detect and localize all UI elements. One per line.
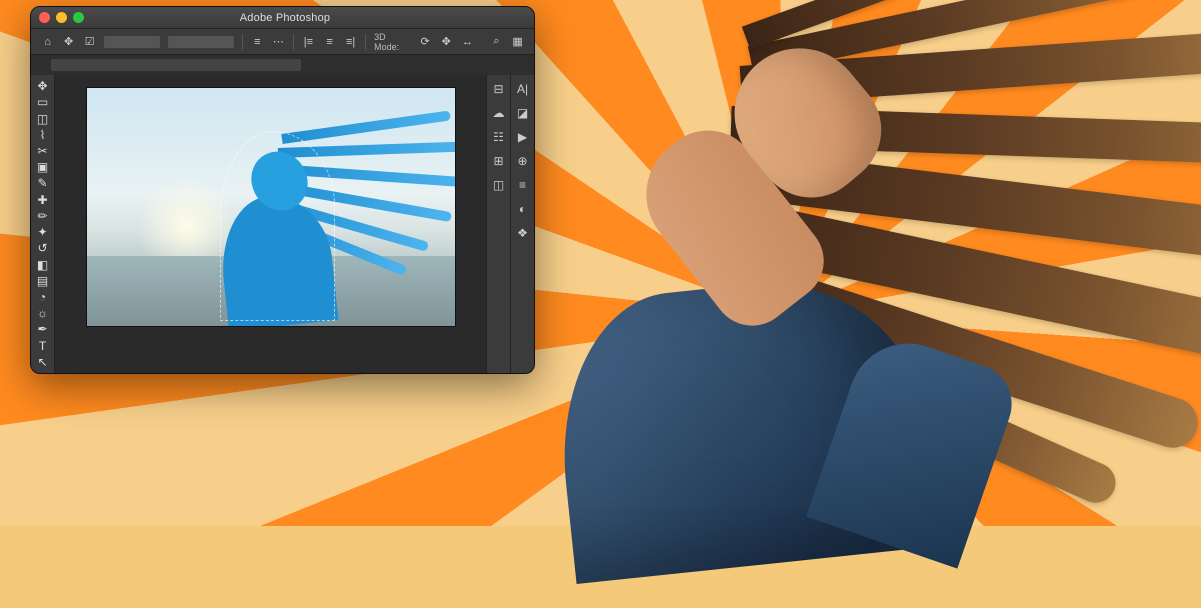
3d-pan-icon[interactable]: ✥ <box>440 35 453 49</box>
photoshop-window: Adobe Photoshop ⌂ ✥ ☑ ≡ ⋯ |≡ ≡ ≡| 3D Mod… <box>30 6 535 374</box>
adjustments-panel-icon[interactable]: ◐ <box>515 201 531 217</box>
right-panel-dock-b: ⊟ ☁ ☷ ⊞ ◫ <box>486 75 510 373</box>
frame-tool-icon[interactable]: ▣ <box>34 160 52 174</box>
fullscreen-window-icon[interactable] <box>73 12 84 23</box>
mode-label: 3D Mode: <box>374 32 410 52</box>
marching-ants-selection <box>220 131 335 321</box>
close-window-icon[interactable] <box>39 12 50 23</box>
separator <box>365 34 366 50</box>
document-canvas[interactable] <box>86 87 456 327</box>
workspace-menu-icon[interactable]: ▦ <box>511 35 524 49</box>
pen-tool-icon[interactable]: ✒ <box>34 322 52 336</box>
clone-tool-icon[interactable]: ✦ <box>34 225 52 239</box>
color-panel-icon[interactable]: ⊕ <box>515 153 531 169</box>
right-panel-dock-a: A| ◪ ▶ ⊕ ≡ ◐ ❖ <box>510 75 534 373</box>
dodge-tool-icon[interactable]: ☼ <box>34 306 52 320</box>
history-panel-icon[interactable]: ≡ <box>515 177 531 193</box>
swatches-panel-icon[interactable]: ◪ <box>515 105 531 121</box>
layers-panel-icon[interactable]: ❖ <box>515 225 531 241</box>
search-icon[interactable]: ⌕ <box>490 35 503 49</box>
character-panel-icon[interactable]: A| <box>515 81 531 97</box>
move-tool-icon[interactable]: ✥ <box>62 35 75 49</box>
channels-panel-icon[interactable]: ◫ <box>491 177 507 193</box>
separator <box>293 34 294 50</box>
type-tool-icon[interactable]: T <box>34 339 52 353</box>
option-dropdown[interactable] <box>168 36 233 48</box>
align-edges-icon[interactable]: ≡ <box>251 35 264 49</box>
left-toolbar: ✥ ▭ ◫ ⌇ ✂ ▣ ✎ ✚ ✏ ✦ ↺ ◧ ▤ ◔ ☼ ✒ T ↖ <box>31 75 55 373</box>
artboard-tool-icon[interactable]: ▭ <box>34 95 52 109</box>
3d-orbit-icon[interactable]: ⟳ <box>419 35 432 49</box>
healing-tool-icon[interactable]: ✚ <box>34 193 52 207</box>
brush-tool-icon[interactable]: ✏ <box>34 209 52 223</box>
history-brush-icon[interactable]: ↺ <box>34 241 52 255</box>
option-dropdown[interactable] <box>104 36 160 48</box>
document-tab-bar <box>31 55 534 75</box>
lasso-tool-icon[interactable]: ⌇ <box>34 128 52 142</box>
document-tab[interactable] <box>51 59 301 71</box>
gradient-tool-icon[interactable]: ▤ <box>34 274 52 288</box>
blur-tool-icon[interactable]: ◔ <box>34 290 52 304</box>
marquee-tool-icon[interactable]: ◫ <box>34 111 52 125</box>
distribute-icon[interactable]: ⋯ <box>272 35 285 49</box>
align-center-icon[interactable]: ≡ <box>323 35 336 49</box>
eyedropper-tool-icon[interactable]: ✎ <box>34 176 52 190</box>
home-icon[interactable]: ⌂ <box>41 35 54 49</box>
canvas-selected-subject <box>202 131 352 326</box>
crop-tool-icon[interactable]: ✂ <box>34 144 52 158</box>
move-tool-icon[interactable]: ✥ <box>34 79 52 93</box>
properties-panel-icon[interactable]: ⊟ <box>491 81 507 97</box>
libraries-panel-icon[interactable]: ☁ <box>491 105 507 121</box>
checkbox-icon[interactable]: ☑ <box>83 35 96 49</box>
align-right-icon[interactable]: ≡| <box>344 35 357 49</box>
separator <box>242 34 243 50</box>
window-titlebar[interactable]: Adobe Photoshop <box>31 7 534 29</box>
path-tool-icon[interactable]: ↖ <box>34 355 52 369</box>
canvas-area[interactable] <box>55 75 486 373</box>
app-title: Adobe Photoshop <box>90 12 480 24</box>
eraser-tool-icon[interactable]: ◧ <box>34 257 52 271</box>
3d-slide-icon[interactable]: ↔ <box>461 35 474 49</box>
align-left-icon[interactable]: |≡ <box>302 35 315 49</box>
minimize-window-icon[interactable] <box>56 12 67 23</box>
props2-icon[interactable]: ☷ <box>491 129 507 145</box>
play-icon[interactable]: ▶ <box>515 129 531 145</box>
info-panel-icon[interactable]: ⊞ <box>491 153 507 169</box>
options-bar: ⌂ ✥ ☑ ≡ ⋯ |≡ ≡ ≡| 3D Mode: ⟳ ✥ ↔ ⌕ ▦ <box>31 29 534 55</box>
